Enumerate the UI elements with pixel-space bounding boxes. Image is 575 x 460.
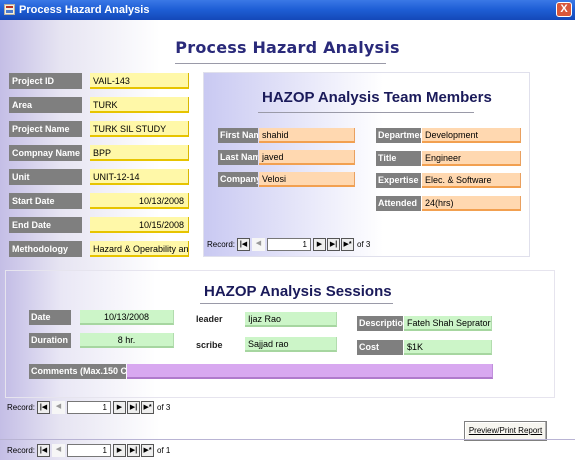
- end-date-label: End Date: [9, 217, 82, 233]
- start-date-field[interactable]: 10/13/2008: [90, 193, 189, 209]
- cost-field[interactable]: $1K: [404, 340, 492, 355]
- team-record-navigator: Record: |◀ ◀ 1 ▶ ▶| ▶* of 3: [207, 238, 377, 252]
- record-count: of 3: [357, 240, 371, 249]
- description-label: Description: [357, 316, 403, 331]
- page-title: Process Hazard Analysis: [175, 38, 400, 57]
- first-record-button[interactable]: |◀: [237, 238, 250, 251]
- record-count: of 3: [157, 403, 171, 412]
- current-record-input[interactable]: 1: [67, 444, 111, 457]
- comments-field[interactable]: [127, 364, 493, 379]
- start-date-label: Start Date: [9, 193, 82, 209]
- company-label: Company: [218, 172, 258, 187]
- new-record-button[interactable]: ▶*: [141, 401, 154, 414]
- project-id-label: Project ID: [9, 73, 82, 89]
- sessions-record-navigator: Record: |◀ ◀ 1 ▶ ▶| ▶* of 3: [7, 401, 177, 415]
- methodology-field[interactable]: Hazard & Operability analys: [90, 241, 189, 257]
- area-label: Area: [9, 97, 82, 113]
- access-form-icon: [4, 4, 15, 15]
- next-record-button[interactable]: ▶: [313, 238, 326, 251]
- last-record-button[interactable]: ▶|: [127, 401, 140, 414]
- window-titlebar: Process Hazard Analysis X: [0, 0, 575, 20]
- last-record-button[interactable]: ▶|: [327, 238, 340, 251]
- current-record-input[interactable]: 1: [67, 401, 111, 414]
- record-label: Record:: [7, 446, 36, 455]
- first-record-button[interactable]: |◀: [37, 401, 50, 414]
- comments-label: Comments (Max.150 Chr): [29, 364, 126, 379]
- preview-print-report-button[interactable]: Preview/Print Report: [464, 421, 547, 441]
- end-date-field[interactable]: 10/15/2008: [90, 217, 189, 233]
- description-field[interactable]: Fateh Shah Seprator: [404, 316, 492, 331]
- department-label: Department: [376, 128, 421, 143]
- cost-label: Cost: [357, 340, 403, 355]
- close-button[interactable]: X: [556, 2, 572, 17]
- duration-label: Duration: [29, 333, 71, 348]
- attended-field[interactable]: 24(hrs): [422, 196, 521, 211]
- project-name-field[interactable]: TURK SIL STUDY: [90, 121, 189, 137]
- title-label: Title: [376, 151, 421, 166]
- area-field[interactable]: TURK: [90, 97, 189, 113]
- title-field[interactable]: Engineer: [422, 151, 521, 166]
- project-name-label: Project Name: [9, 121, 82, 137]
- title-underline: [175, 63, 386, 64]
- record-label: Record:: [207, 240, 236, 249]
- attended-label: Attended: [376, 196, 421, 211]
- leader-field[interactable]: Ijaz Rao: [245, 312, 337, 327]
- scribe-field[interactable]: Sajjad rao: [245, 337, 337, 352]
- team-title: HAZOP Analysis Team Members: [262, 89, 492, 106]
- unit-field[interactable]: UNIT-12-14: [90, 169, 189, 185]
- session-date-label: Date: [29, 310, 71, 325]
- last-name-field[interactable]: javed: [259, 150, 355, 165]
- new-record-button[interactable]: ▶*: [341, 238, 354, 251]
- expertise-field[interactable]: Elec. & Software: [422, 173, 521, 188]
- current-record-input[interactable]: 1: [267, 238, 311, 251]
- previous-record-button[interactable]: ◀: [52, 444, 65, 457]
- sessions-title-underline: [200, 303, 393, 304]
- record-label: Record:: [7, 403, 36, 412]
- methodology-label: Methodology: [9, 241, 82, 257]
- expertise-label: Expertise: [376, 173, 421, 188]
- previous-record-button[interactable]: ◀: [52, 401, 65, 414]
- previous-record-button[interactable]: ◀: [252, 238, 265, 251]
- first-name-field[interactable]: shahid: [259, 128, 355, 143]
- company-field[interactable]: Velosi: [259, 172, 355, 187]
- sessions-title: HAZOP Analysis Sessions: [204, 283, 392, 300]
- company-name-label: Compnay Name: [9, 145, 82, 161]
- last-name-label: Last Name: [218, 150, 258, 165]
- new-record-button[interactable]: ▶*: [141, 444, 154, 457]
- window-title: Process Hazard Analysis: [19, 4, 150, 16]
- next-record-button[interactable]: ▶: [113, 401, 126, 414]
- next-record-button[interactable]: ▶: [113, 444, 126, 457]
- leader-label: leader: [196, 314, 223, 324]
- unit-label: Unit: [9, 169, 82, 185]
- duration-field[interactable]: 8 hr.: [80, 333, 174, 348]
- first-record-button[interactable]: |◀: [37, 444, 50, 457]
- first-name-label: First Name: [218, 128, 258, 143]
- team-title-underline: [258, 112, 474, 113]
- main-record-navigator: Record: |◀ ◀ 1 ▶ ▶| ▶* of 1: [7, 444, 177, 458]
- form-footer-divider: [0, 439, 575, 440]
- session-date-field[interactable]: 10/13/2008: [80, 310, 174, 325]
- department-field[interactable]: Development: [422, 128, 521, 143]
- project-id-field[interactable]: VAIL-143: [90, 73, 189, 89]
- company-name-field[interactable]: BPP: [90, 145, 189, 161]
- last-record-button[interactable]: ▶|: [127, 444, 140, 457]
- scribe-label: scribe: [196, 340, 223, 350]
- record-count: of 1: [157, 446, 171, 455]
